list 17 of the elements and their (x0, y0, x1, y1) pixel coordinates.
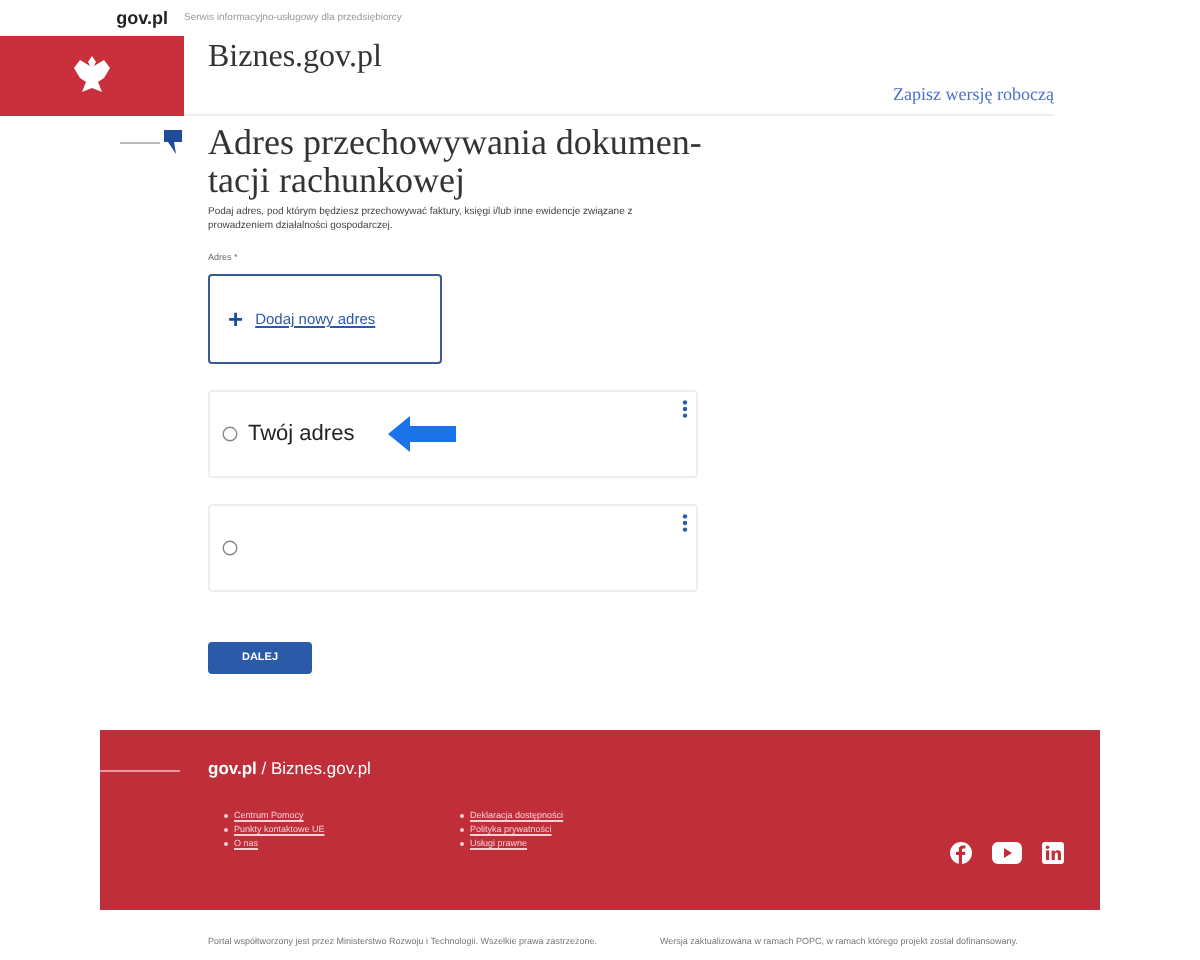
facebook-icon[interactable] (950, 842, 972, 864)
more-icon[interactable] (682, 400, 688, 418)
address-card[interactable]: Twój adres (208, 390, 698, 478)
save-draft-link[interactable]: Zapisz wersję roboczą (893, 84, 1054, 104)
radio-button[interactable] (222, 426, 238, 442)
flag-icon (164, 130, 182, 154)
more-icon[interactable] (682, 514, 688, 532)
radio-button[interactable] (222, 540, 238, 556)
address-option-label: Twój adres (248, 422, 355, 446)
youtube-icon[interactable] (992, 842, 1022, 864)
footer-site-name: / Biznes.gov.pl (261, 758, 371, 778)
footer-logo[interactable]: gov.pl (208, 758, 257, 778)
site-title: Biznes.gov.pl (208, 40, 384, 76)
page-heading: Adres przechowywania dokumen-tacji rachunkowej (208, 124, 704, 200)
plus-icon: + (228, 304, 244, 334)
gov-logo[interactable]: gov.pl (0, 8, 184, 28)
linkedin-icon[interactable] (1042, 842, 1064, 864)
